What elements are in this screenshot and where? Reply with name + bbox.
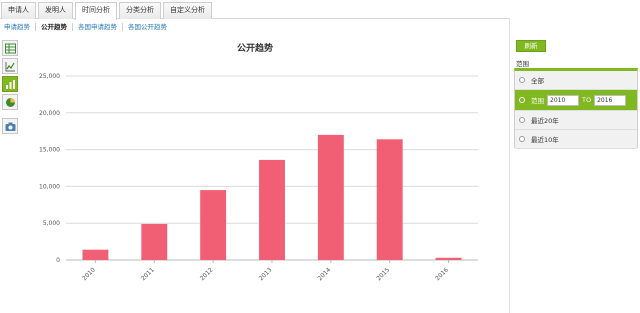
screenshot-button[interactable] — [2, 118, 18, 134]
line-chart-icon — [5, 61, 15, 71]
option-label-last20: 最近20年 — [531, 117, 559, 125]
range-to-label: TO — [582, 96, 592, 104]
x-tick-label: 2014 — [317, 266, 333, 282]
subtab-country-publication-trend[interactable]: 各国公开趋势 — [123, 23, 172, 31]
radio-icon[interactable] — [519, 77, 525, 83]
line-chart-button[interactable] — [2, 58, 18, 74]
panel-divider — [509, 19, 510, 313]
radio-icon[interactable] — [519, 117, 525, 123]
tab-classification-analysis[interactable]: 分类分析 — [119, 2, 161, 19]
y-tick-label: 15,000 — [39, 147, 60, 154]
pie-chart-button[interactable] — [2, 94, 18, 110]
pie-chart-icon — [5, 97, 15, 107]
range-option-last10[interactable]: 最近10年 — [515, 130, 637, 149]
publication-trend-chart: 公开趋势 0 5,000 10,000 15,000 20,000 25,000 2010 2… — [20, 36, 490, 313]
bar — [82, 249, 109, 260]
x-tick-label: 2011 — [140, 266, 156, 282]
tab-time-analysis[interactable]: 时间分析 — [75, 2, 117, 20]
refresh-button[interactable]: 刷新 — [516, 40, 546, 52]
radio-icon[interactable] — [519, 97, 525, 103]
analysis-tab-bar: 申请人 发明人 时间分析 分类分析 自定义分析 — [0, 0, 510, 20]
tab-custom-analysis[interactable]: 自定义分析 — [163, 2, 212, 19]
bar — [317, 134, 344, 260]
trend-subtabs: 申请趋势 公开趋势 各国申请趋势 各国公开趋势 — [4, 21, 172, 33]
y-tick-label: 20,000 — [39, 110, 60, 117]
y-tick-label: 5,000 — [43, 220, 60, 227]
x-tick-label: 2013 — [258, 266, 274, 282]
bar — [376, 139, 403, 260]
x-tick-label: 2015 — [375, 266, 391, 282]
subtab-country-application-trend[interactable]: 各国申请趋势 — [73, 23, 123, 31]
range-from-input[interactable]: 2010 — [547, 94, 579, 106]
x-tick-label: 2012 — [199, 266, 215, 282]
bar-chart-plot: 0 5,000 10,000 15,000 20,000 25,000 2010 2011 20… — [39, 73, 478, 282]
bar — [259, 159, 285, 260]
option-label-last10: 最近10年 — [531, 136, 559, 144]
bar — [435, 257, 462, 260]
range-option-custom[interactable]: 范围 2010 TO 2016 — [515, 90, 637, 111]
table-view-button[interactable] — [2, 40, 18, 56]
table-icon — [4, 43, 16, 53]
range-options-panel: 全部 范围 2010 TO 2016 最近20年 最近10年 — [514, 68, 638, 149]
range-option-last20[interactable]: 最近20年 — [515, 111, 637, 130]
bar — [200, 190, 227, 260]
y-tick-label: 0 — [56, 257, 60, 264]
bar — [141, 223, 168, 260]
tab-applicant[interactable]: 申请人 — [1, 2, 36, 19]
subtab-publication-trend[interactable]: 公开趋势 — [36, 23, 73, 31]
x-tick-label: 2016 — [434, 266, 450, 282]
subtab-application-trend[interactable]: 申请趋势 — [4, 23, 36, 31]
y-tick-label: 25,000 — [39, 73, 60, 80]
tab-inventor[interactable]: 发明人 — [38, 2, 73, 19]
x-tick-label: 2010 — [81, 266, 97, 282]
range-option-all[interactable]: 全部 — [515, 71, 637, 90]
bar-chart-icon — [5, 79, 15, 89]
radio-icon[interactable] — [519, 136, 525, 142]
range-to-input[interactable]: 2016 — [594, 94, 627, 106]
chart-type-toolbar — [2, 40, 19, 136]
option-label-all: 全部 — [531, 77, 544, 85]
range-label: 范围 — [516, 60, 529, 68]
y-tick-label: 10,000 — [39, 183, 60, 190]
bar-chart-button[interactable] — [2, 76, 18, 92]
option-label-range: 范围 — [531, 97, 544, 105]
camera-icon — [5, 122, 15, 131]
